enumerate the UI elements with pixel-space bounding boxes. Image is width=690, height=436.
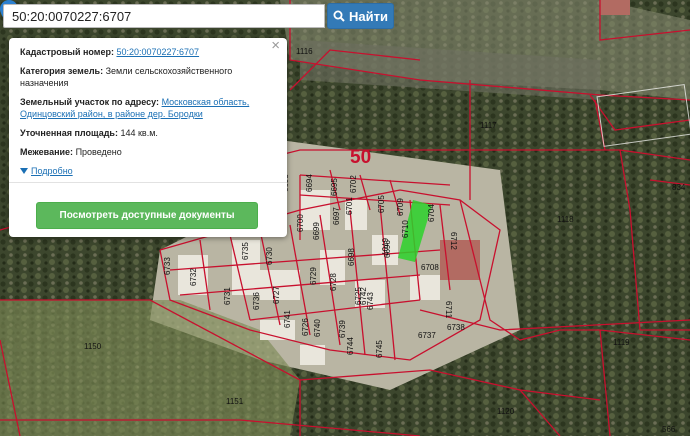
area-value: 144 кв.м. <box>120 128 158 138</box>
parcel-number-label: 6696 <box>383 240 392 258</box>
parcel-number-label: 6736 <box>252 292 261 310</box>
cadastral-number-label: Кадастровый номер: <box>20 47 114 57</box>
parcel-number-label: 6702 <box>349 175 358 193</box>
cadastral-number-row: Кадастровый номер: 50:20:0070227:6707 <box>20 46 277 58</box>
search-button-label: Найти <box>349 8 388 24</box>
parcel-number-label: 834 <box>672 183 686 192</box>
parcel-number-label: 6694 <box>305 174 314 192</box>
parcel-number-label: 1150 <box>84 342 102 351</box>
parcel-number-label: 6737 <box>418 331 436 340</box>
parcel-number-label: 6712 <box>449 232 458 250</box>
parcel-number-label: 6738 <box>447 323 465 332</box>
details-link[interactable]: Подробно <box>31 165 73 177</box>
search-button[interactable]: Найти <box>327 3 394 29</box>
parcel-number-label: 1116 <box>296 47 313 56</box>
parcel-number-label: 1117 <box>480 121 497 130</box>
parcel-info-popup: × Кадастровый номер: 50:20:0070227:6707 … <box>9 38 287 237</box>
survey-label: Межевание: <box>20 147 74 157</box>
parcel-number-label: 6711 <box>444 301 453 319</box>
parcel-number-label: 6730 <box>265 247 274 265</box>
parcel-number-label: 1151 <box>226 397 244 406</box>
parcel-number-label: 6701 <box>345 197 354 215</box>
parcel-number-label: 1119 <box>613 338 630 347</box>
survey-row: Межевание: Проведено <box>20 146 277 158</box>
cadastral-number-link[interactable]: 50:20:0070227:6707 <box>116 47 199 57</box>
parcel-number-label: 6710 <box>401 220 410 238</box>
parcel-number-label: 1120 <box>497 407 515 416</box>
parcel-number-label: 6744 <box>346 337 355 355</box>
cadastral-search-input[interactable] <box>3 4 325 28</box>
parcel-number-label: 6699 <box>312 222 321 240</box>
parcel-number-label: 6698 <box>347 248 356 266</box>
parcel-number-label: 6732 <box>189 268 198 286</box>
details-toggle[interactable]: Подробно <box>20 165 73 177</box>
caret-down-icon <box>20 168 28 174</box>
search-icon <box>333 10 345 22</box>
parcel-number-label: 6731 <box>223 287 232 305</box>
land-category-row: Категория земель: Земли сельскохозяйстве… <box>20 65 277 89</box>
view-documents-button[interactable]: Посмотреть доступные документы <box>36 202 258 229</box>
close-icon[interactable]: × <box>271 38 280 53</box>
parcel-number-label: 1118 <box>557 215 574 224</box>
parcel-number-label: 6695 <box>330 178 339 196</box>
parcel-number-label: 6729 <box>309 267 318 285</box>
parcel-number-label: 6740 <box>313 319 322 337</box>
parcel-number-label: 6745 <box>375 340 384 358</box>
parcel-number-label: 6700 <box>296 214 305 232</box>
survey-value: Проведено <box>75 147 122 157</box>
parcel-number-label: 6726 <box>301 318 310 336</box>
parcel-number-label: 6704 <box>427 204 436 222</box>
divider <box>9 182 287 183</box>
parcel-number-label: 6739 <box>338 320 347 338</box>
parcel-number-label: 6697 <box>332 207 341 225</box>
region-label: 50 <box>350 147 371 168</box>
parcel-number-label: 6709 <box>396 198 405 216</box>
address-row: Земельный участок по адресу: Московская … <box>20 96 277 120</box>
parcel-number-label: 6727 <box>272 286 281 304</box>
area-row: Уточненная площадь: 144 кв.м. <box>20 127 277 139</box>
address-label: Земельный участок по адресу: <box>20 97 160 107</box>
area-label: Уточненная площадь: <box>20 128 118 138</box>
land-category-label: Категория земель: <box>20 66 104 76</box>
parcel-number-label: 6742 <box>359 287 368 305</box>
parcel-number-label: 566 <box>662 425 676 434</box>
parcel-number-label: 6741 <box>283 310 292 328</box>
parcel-number-label: 6735 <box>241 242 250 260</box>
parcel-number-label: 6728 <box>329 273 338 291</box>
parcel-number-label: 6705 <box>377 195 386 213</box>
parcel-number-label: 6733 <box>163 257 172 275</box>
parcel-number-label: 6708 <box>421 263 439 272</box>
